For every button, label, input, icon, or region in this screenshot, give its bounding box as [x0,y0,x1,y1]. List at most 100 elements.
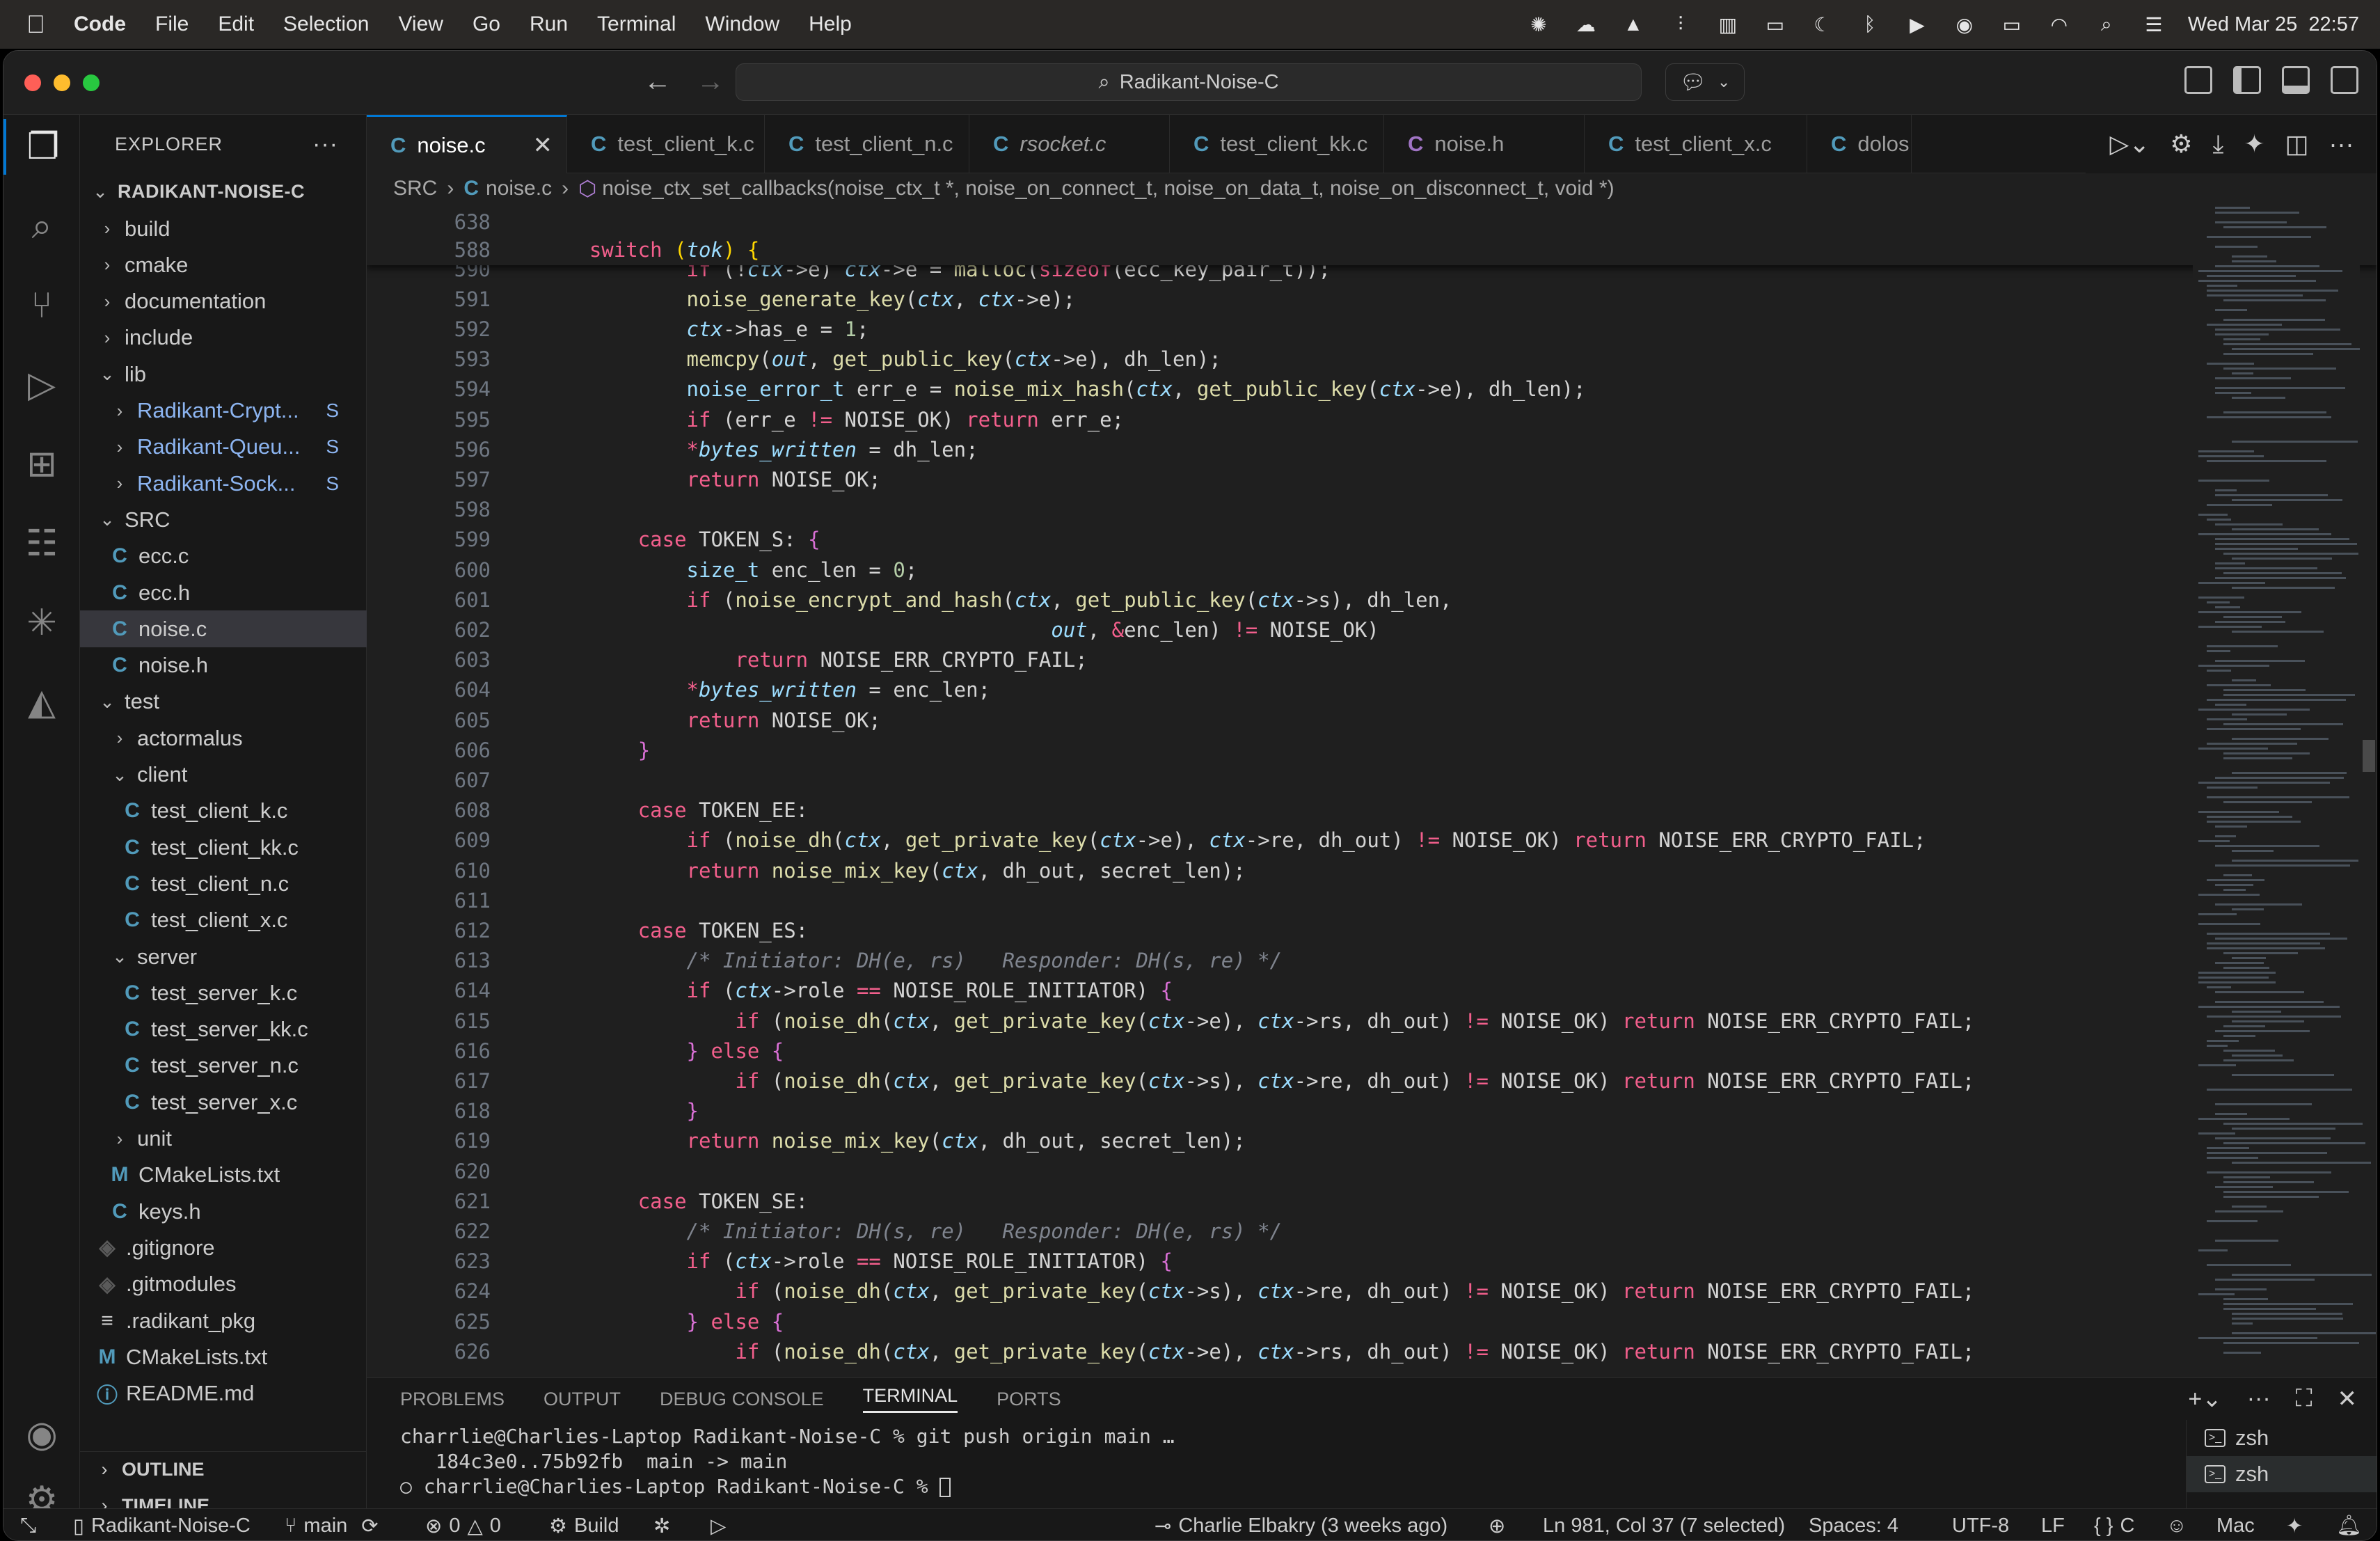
toggle-primary-sidebar-icon[interactable] [2233,66,2261,94]
tab-rsocket-c[interactable]: Crsocket.c [969,115,1170,173]
copilot-chat-button[interactable]: 💬︎ ⌄ [1665,63,1745,101]
maximize-window-button[interactable] [83,74,100,91]
code-line[interactable]: 615 if (noise_dh(ctx, get_private_key(ct… [367,1006,2176,1036]
code-line[interactable]: 625 } else { [367,1306,2176,1336]
file-item[interactable]: ◈ .gitignore [80,1229,367,1266]
search-icon[interactable]: ⌕ [2093,11,2120,38]
panel-tab-terminal[interactable]: TERMINAL [862,1385,958,1413]
zoom-icon[interactable]: ⊕ [1489,1509,1505,1540]
file-item[interactable]: M CMakeLists.txt [80,1157,367,1194]
terminal-item[interactable]: >_ zsh [2187,1456,2377,1492]
code-line[interactable]: 592 ctx->has_e = 1; [367,314,2176,344]
customize-layout-icon[interactable] [2184,66,2212,94]
code-line[interactable]: 604 *bytes_written = enc_len; [367,675,2176,705]
file-item[interactable]: Cnoise.h [80,647,367,684]
file-item[interactable]: M CMakeLists.txt [80,1338,367,1375]
bell-icon[interactable]: 🔔︎ [2336,1509,2362,1540]
file-item[interactable]: ≡ .radikant_pkg [80,1302,367,1339]
branch-indicator[interactable]: ⑂ main ⟳ [285,1509,379,1540]
code-line[interactable]: 612 case TOKEN_ES: [367,915,2176,945]
language-mode[interactable]: { } C [2094,1509,2134,1540]
code-line[interactable]: 623 if (ctx->role == NOISE_ROLE_INITIATO… [367,1247,2176,1277]
menu-selection[interactable]: Selection [283,13,369,36]
file-item[interactable]: Ctest_client_k.c [80,793,367,830]
bluetooth-icon[interactable]: ᛒ [1857,11,1883,38]
play-icon[interactable]: ▶ [1904,11,1930,38]
panel-tab-debug-console[interactable]: DEBUG CONSOLE [660,1389,824,1410]
file-item[interactable]: ⓘ README.md [80,1375,367,1412]
code-line[interactable]: 614 if (ctx->role == NOISE_ROLE_INITIATO… [367,976,2176,1006]
split-editor-icon[interactable]: ◫ [2285,129,2309,159]
close-window-button[interactable] [24,74,41,91]
explorer-icon[interactable]: ❐ [3,119,80,175]
code-line[interactable]: 621 case TOKEN_SE: [367,1186,2176,1216]
code-line[interactable]: 608 case TOKEN_EE: [367,796,2176,825]
folder-item[interactable]: › Radikant-Crypt... S [80,393,367,429]
breadcrumb-folder[interactable]: SRC [393,177,437,200]
panel-tab-problems[interactable]: PROBLEMS [400,1389,505,1410]
folder-item[interactable]: › unit [80,1121,367,1157]
menu-run[interactable]: Run [530,13,568,36]
new-terminal-icon[interactable]: +⌄ [2188,1385,2221,1413]
code-line[interactable]: 626 if (noise_dh(ctx, get_private_key(ct… [367,1336,2176,1366]
code-line[interactable]: 600 size_t enc_len = 0; [367,555,2176,585]
control-center-icon[interactable]: ☰ [2141,11,2167,38]
file-item[interactable]: Cecc.h [80,574,367,611]
tab-test_client_n-c[interactable]: Ctest_client_n.c [765,115,969,173]
terminal-item[interactable]: >_ zsh [2187,1420,2377,1456]
file-item[interactable]: Ctest_client_kk.c [80,829,367,866]
code-line[interactable]: 605 return NOISE_OK; [367,705,2176,735]
wifi-icon[interactable]: ◠ [2046,11,2072,38]
tab-noise-c[interactable]: Cnoise.c ✕ [367,115,567,173]
code-line[interactable]: 601 if (noise_encrypt_and_hash(ctx, get_… [367,585,2176,615]
menu-help[interactable]: Help [809,13,852,36]
cmake-icon[interactable]: ◭ [3,674,80,730]
code-line[interactable]: 616 } else { [367,1036,2176,1066]
panel-tab-ports[interactable]: PORTS [997,1389,1061,1410]
minimap[interactable] [2193,204,2376,1377]
copilot-icon[interactable]: ✳ [3,595,80,651]
toggle-panel-icon[interactable] [2282,66,2310,94]
breadcrumb-file[interactable]: noise.c [486,177,552,200]
accounts-icon[interactable]: ◉ [3,1407,80,1462]
testing-icon[interactable]: ☷ [3,516,80,571]
folder-item[interactable]: › actormalus [80,720,367,757]
command-center-search[interactable]: ⌕ Radikant-Noise-C [736,63,1642,101]
encoding[interactable]: UTF-8 [1952,1509,2009,1540]
display-icon[interactable]: ▭ [1762,11,1788,38]
code-line[interactable]: 603 return NOISE_ERR_CRYPTO_FAIL; [367,645,2176,675]
run-debug-icon[interactable]: ▷⌄ [2109,129,2150,159]
file-item[interactable]: Cecc.c [80,538,367,575]
remote-icon[interactable]: ⤡ [20,1509,36,1540]
file-item[interactable]: Ctest_client_n.c [80,865,367,902]
more-actions-icon[interactable]: ··· [312,131,338,158]
folder-item[interactable]: › Radikant-Sock... S [80,465,367,502]
menubar-datetime[interactable]: Wed Mar 25 22:57 [2188,13,2359,36]
more-icon[interactable]: ··· [2247,1385,2271,1413]
cursor-position[interactable]: Ln 981, Col 37 (7 selected) [1543,1509,1785,1540]
code-line[interactable]: 594 noise_error_t err_e = noise_mix_hash… [367,374,2176,404]
file-item[interactable]: ◈ .gitmodules [80,1266,367,1303]
file-item[interactable]: Ctest_server_kk.c [80,1011,367,1048]
menu-app-name[interactable]: Code [74,13,126,36]
menu-go[interactable]: Go [473,13,500,36]
code-line[interactable]: 591 noise_generate_key(ctx, ctx->e); [367,284,2176,314]
folder-item[interactable]: › include [80,319,367,356]
tab-dolos[interactable]: Cdolos [1807,115,1912,173]
folder-item[interactable]: ⌄ test [80,683,367,720]
chatgpt-icon[interactable]: ✺ [1525,11,1552,38]
sticky-scroll[interactable]: 638 588 switch (tok) { [367,204,2377,265]
layout-icon[interactable]: ▥ [1715,11,1741,38]
sparkle-icon[interactable]: ✦ [2244,129,2264,159]
menu-view[interactable]: View [398,13,443,36]
user-icon[interactable]: ◉ [1951,11,1978,38]
menu-edit[interactable]: Edit [218,13,254,36]
tab-test_client_k-c[interactable]: Ctest_client_k.c [567,115,765,173]
search-icon[interactable]: ⌕ [3,198,80,254]
tab-noise-h[interactable]: Cnoise.h [1384,115,1585,173]
folder-item[interactable]: › cmake [80,246,367,283]
outline-section[interactable]: › OUTLINE [80,1451,367,1487]
folder-item[interactable]: › Radikant-Queu... S [80,429,367,466]
extensions-icon[interactable]: ⊞ [3,436,80,492]
save-download-icon[interactable]: ⤓ [2213,129,2224,159]
